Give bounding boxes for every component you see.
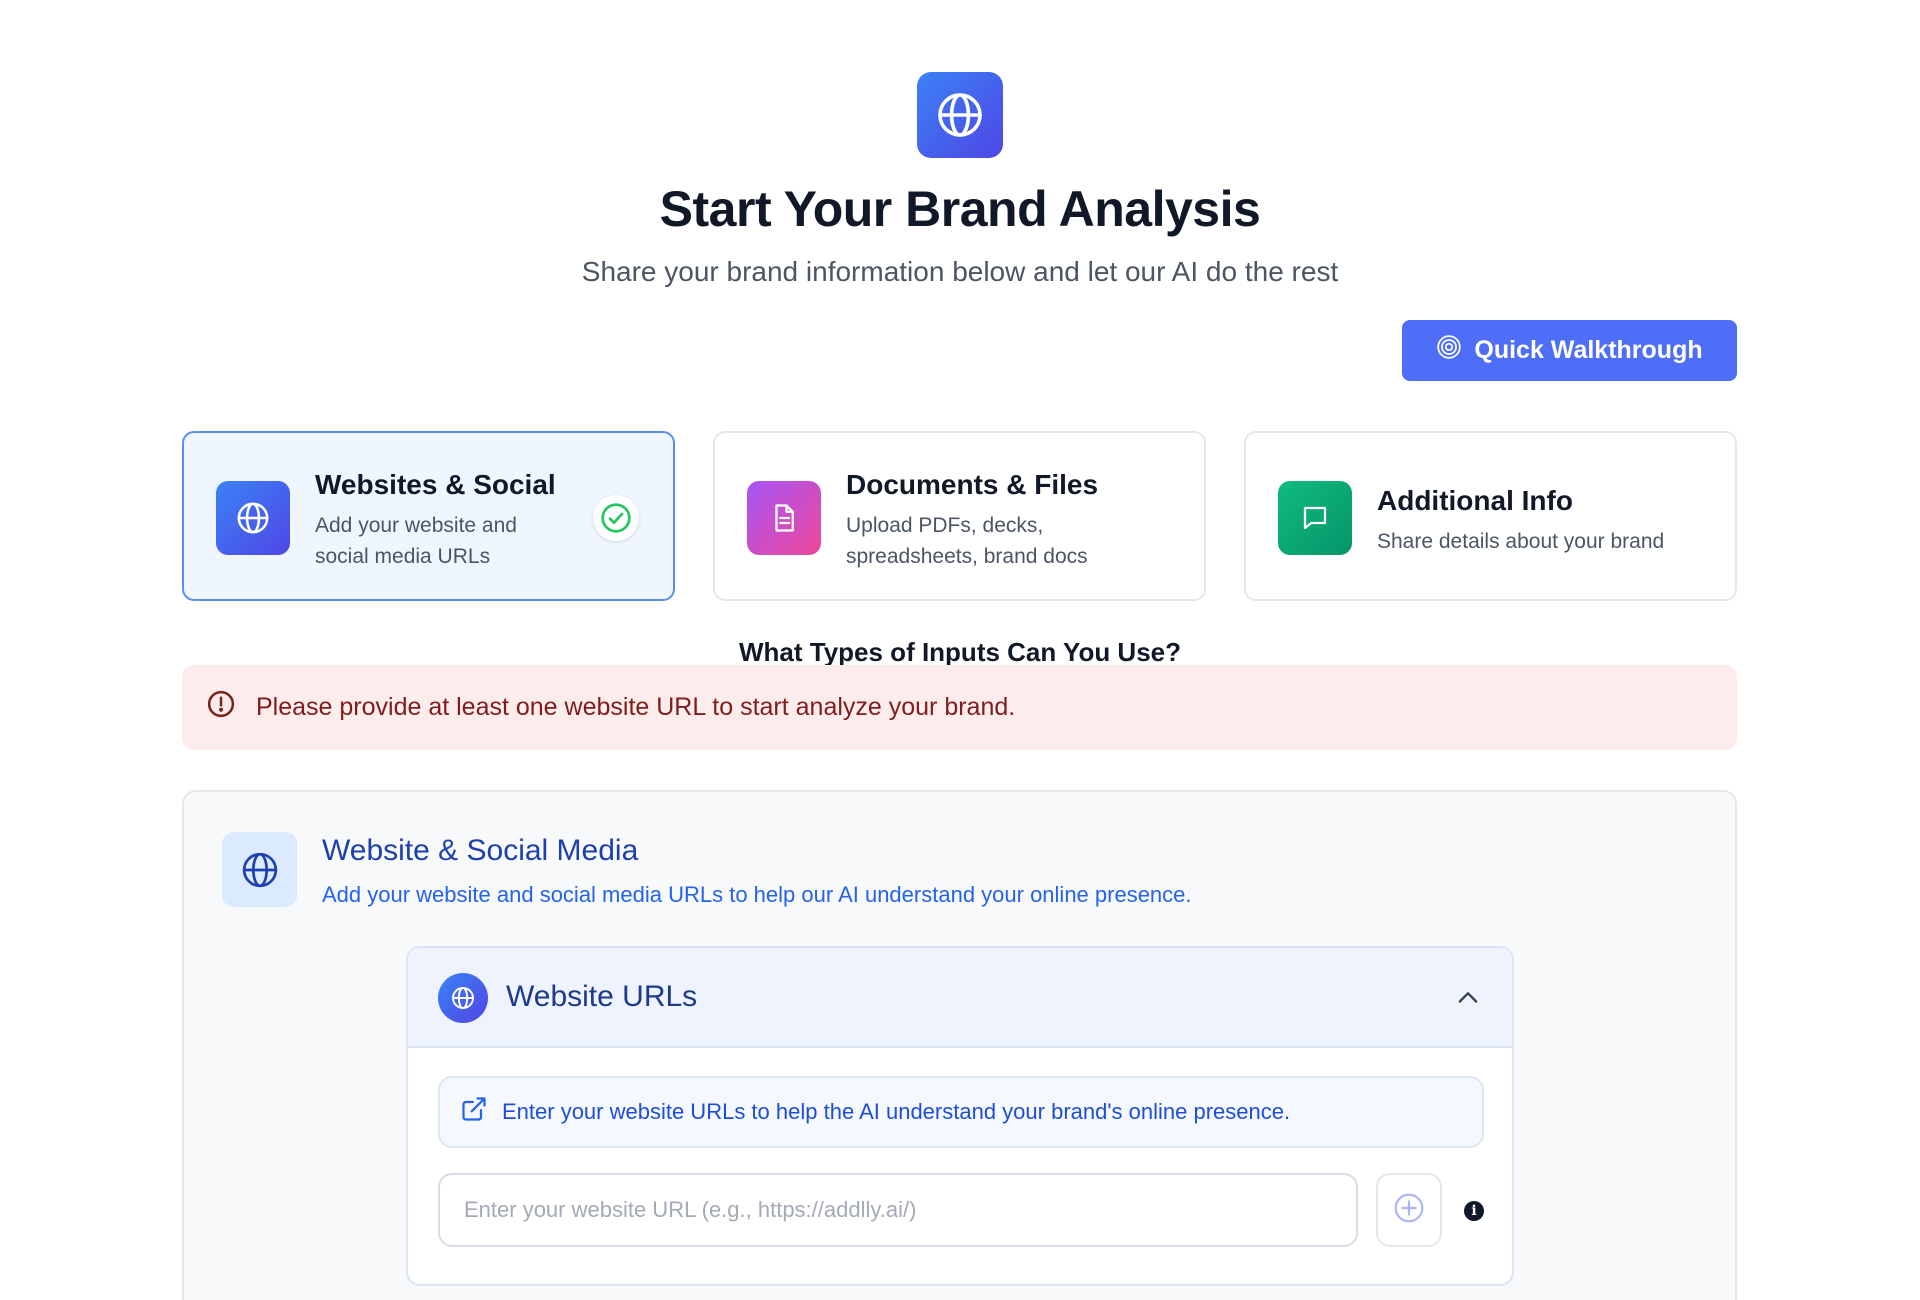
external-link-icon	[460, 1095, 488, 1129]
error-alert: Please provide at least one website URL …	[182, 665, 1737, 750]
website-urls-header[interactable]: Website URLs	[408, 948, 1512, 1048]
step-desc-line1: Upload PDFs, decks,	[846, 514, 1044, 537]
quick-walkthrough-label: Quick Walkthrough	[1474, 336, 1703, 364]
step-card-additional-info[interactable]: Additional Info Share details about your…	[1244, 431, 1737, 601]
check-circle-icon	[593, 495, 639, 541]
globe-icon	[438, 973, 488, 1023]
step-desc-line1: Share details about your brand	[1377, 530, 1665, 553]
globe-icon	[222, 832, 297, 907]
alert-text: Please provide at least one website URL …	[256, 693, 1016, 721]
info-icon[interactable]: i	[1464, 1201, 1484, 1221]
step-card-websites-social[interactable]: Websites & Social Add your website and s…	[182, 431, 675, 601]
section-title: Website & Social Media	[322, 834, 639, 867]
step-title: Websites & Social	[315, 469, 556, 500]
add-url-button[interactable]	[1376, 1173, 1442, 1247]
step-desc-line1: Add your website and	[315, 514, 517, 537]
url-hint: Enter your website URLs to help the AI u…	[438, 1076, 1484, 1148]
url-hint-text: Enter your website URLs to help the AI u…	[502, 1099, 1291, 1124]
website-urls-panel: Website URLs Enter your website URLs to …	[406, 946, 1514, 1286]
plus-circle-icon	[1393, 1192, 1425, 1229]
step-card-documents-files[interactable]: Documents & Files Upload PDFs, decks, sp…	[713, 431, 1206, 601]
step-title: Documents & Files	[846, 469, 1099, 500]
document-icon	[747, 481, 821, 555]
section-description: Add your website and social media URLs t…	[322, 882, 1192, 907]
hero-globe-icon	[917, 72, 1003, 158]
website-social-section: Website & Social Media Add your website …	[182, 790, 1737, 1300]
chat-icon	[1278, 481, 1352, 555]
page-subtitle: Share your brand information below and l…	[581, 256, 1339, 287]
inputs-heading: What Types of Inputs Can You Use?	[738, 637, 1182, 667]
website-urls-title: Website URLs	[506, 980, 698, 1013]
step-desc-line2: spreadsheets, brand docs	[846, 545, 1088, 568]
globe-icon	[216, 481, 290, 555]
step-title: Additional Info	[1377, 485, 1573, 516]
website-url-input[interactable]	[438, 1173, 1358, 1247]
step-desc-line2: social media URLs	[315, 545, 491, 568]
alert-circle-icon	[206, 689, 236, 726]
chevron-up-icon[interactable]	[1454, 984, 1482, 1017]
target-icon	[1436, 334, 1462, 367]
quick-walkthrough-button[interactable]: Quick Walkthrough	[1402, 320, 1737, 381]
page-title: Start Your Brand Analysis	[659, 181, 1261, 237]
